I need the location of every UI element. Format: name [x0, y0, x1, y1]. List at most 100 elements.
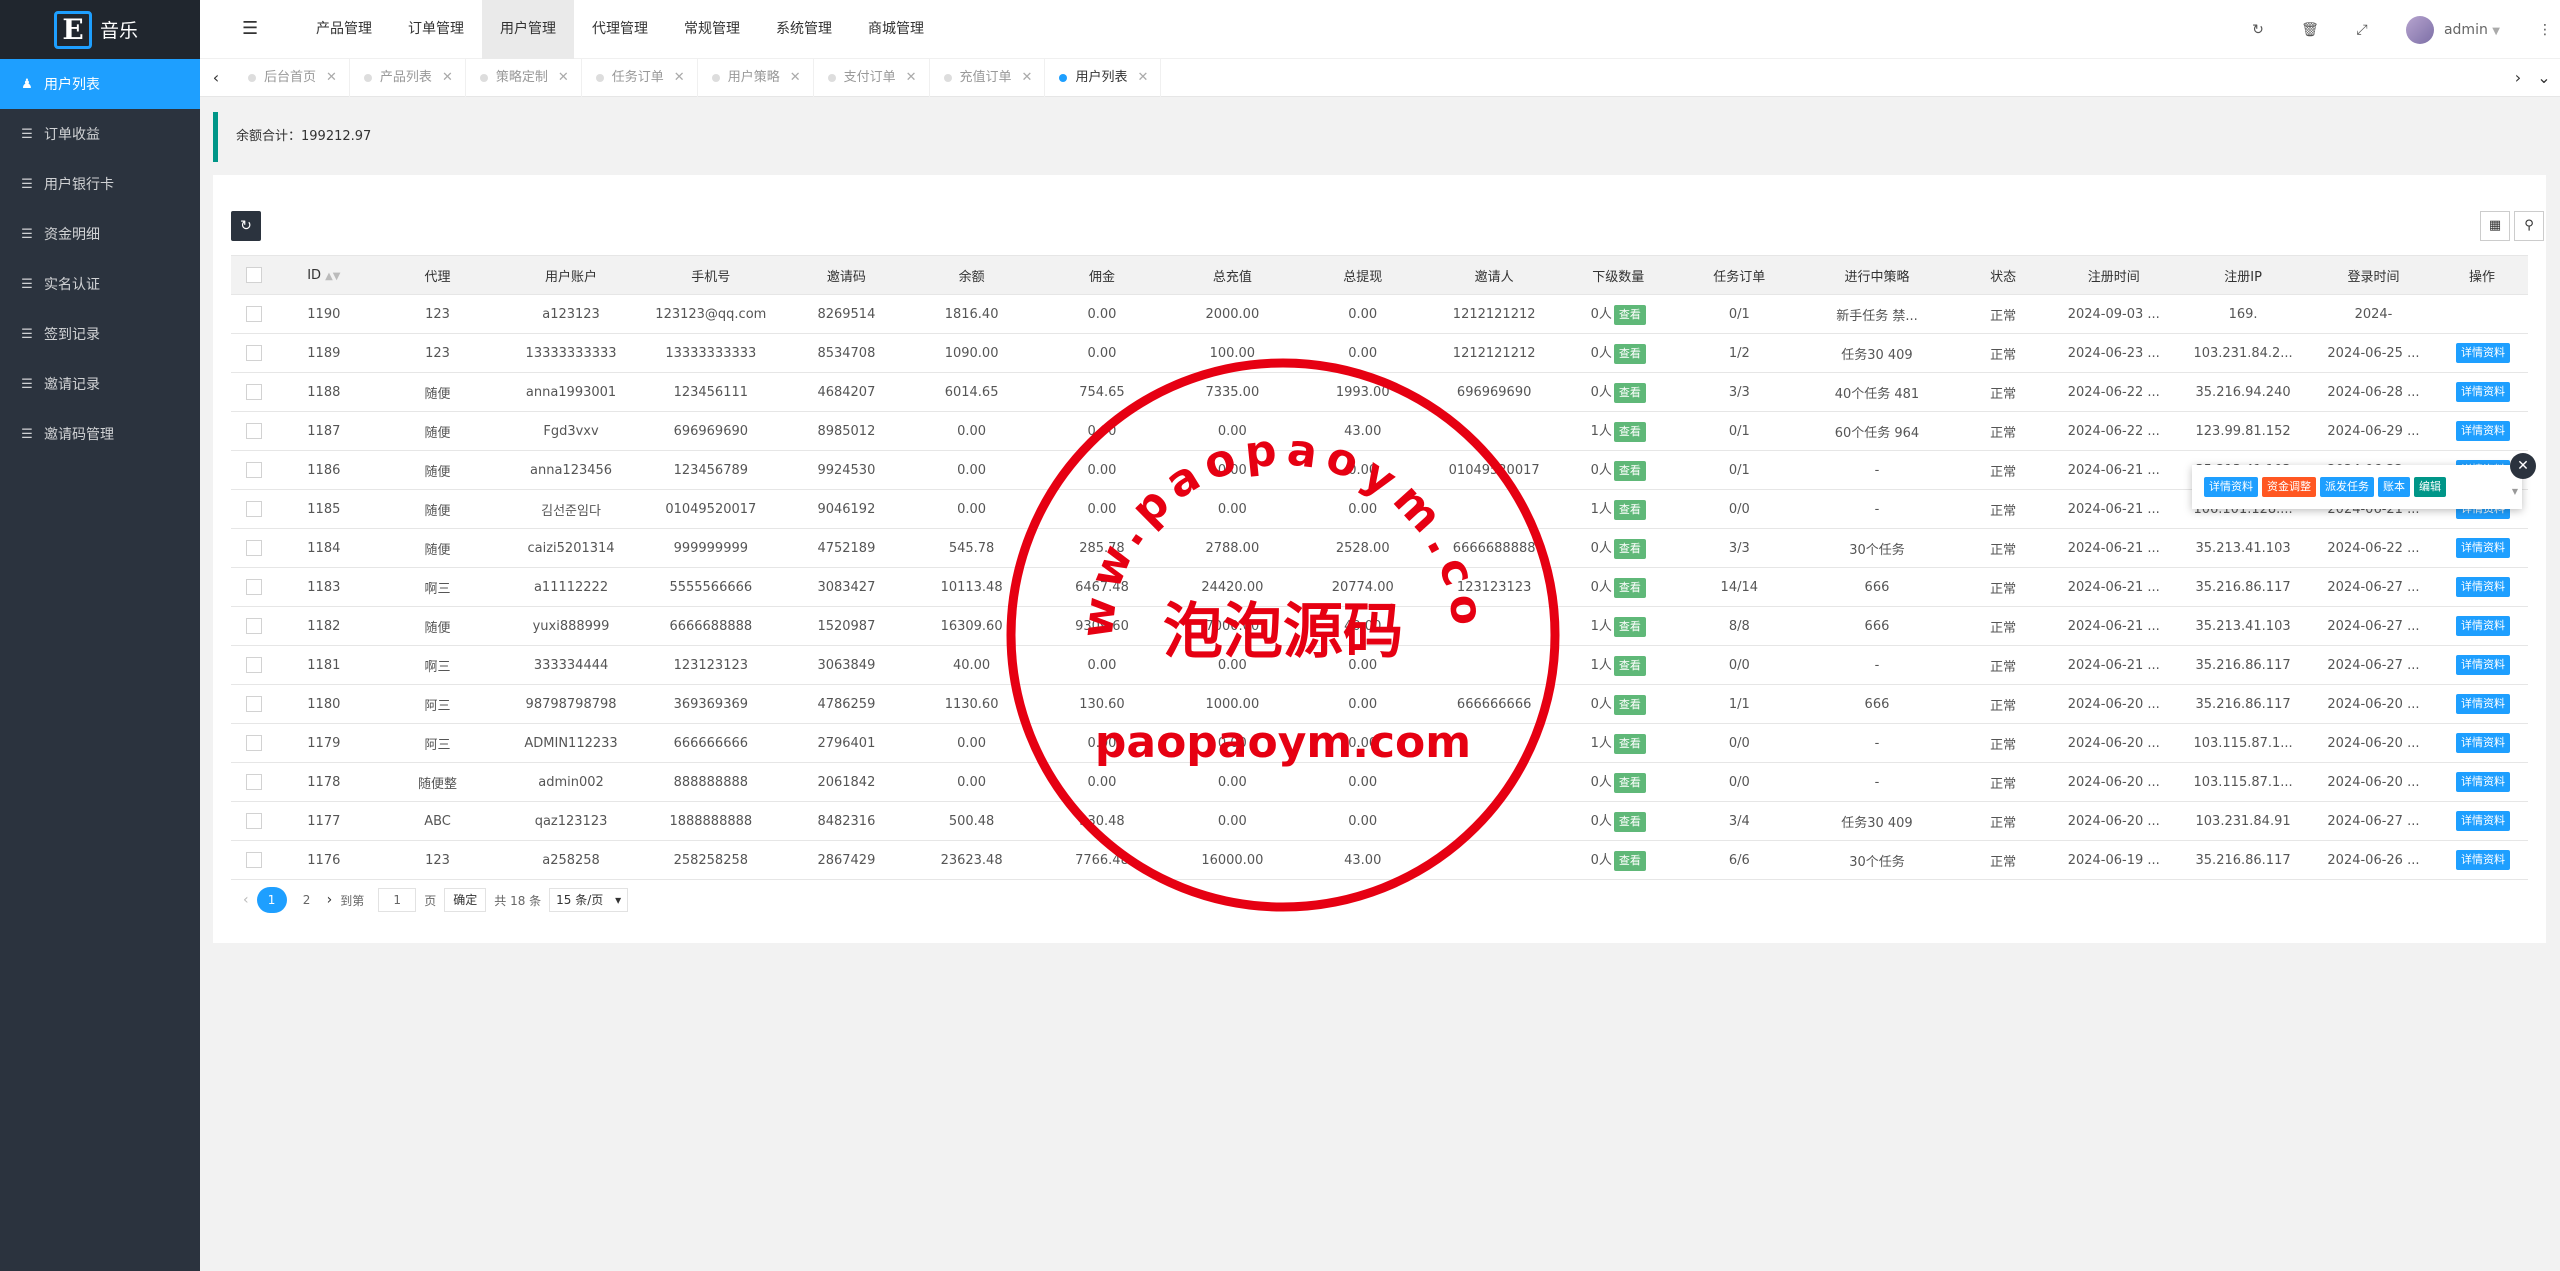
top-nav-item-1[interactable]: 订单管理 — [390, 0, 482, 59]
page-input[interactable]: 1 — [378, 888, 417, 912]
action-button-4[interactable]: 编辑 — [2414, 477, 2446, 497]
view-button[interactable]: 查看 — [1613, 734, 1646, 754]
top-nav-item-0[interactable]: 产品管理 — [298, 0, 390, 59]
row-checkbox[interactable] — [245, 540, 262, 556]
action-button-2[interactable]: 派发任务 — [2320, 477, 2374, 497]
sidebar-item-5[interactable]: ☰ 签到记录 — [0, 309, 200, 359]
view-button[interactable]: 查看 — [1613, 578, 1646, 598]
refresh-icon[interactable]: ↻ — [2232, 22, 2284, 38]
tab-3[interactable]: 任务订单 ✕ — [582, 59, 698, 97]
sidebar-item-7[interactable]: ☰ 邀请码管理 — [0, 409, 200, 459]
page-size-select[interactable]: 15 条/页 ▾ — [549, 888, 629, 912]
row-checkbox[interactable] — [245, 306, 262, 322]
tab-1[interactable]: 产品列表 ✕ — [350, 59, 466, 97]
avatar[interactable] — [2405, 15, 2434, 44]
close-icon[interactable]: ✕ — [674, 59, 685, 97]
detail-button[interactable]: 详情资料 — [2456, 421, 2511, 441]
row-checkbox[interactable] — [245, 423, 262, 439]
top-nav-item-3[interactable]: 代理管理 — [574, 0, 666, 59]
detail-button[interactable]: 详情资料 — [2456, 655, 2511, 675]
close-icon[interactable]: ✕ — [906, 59, 917, 97]
detail-button[interactable]: 详情资料 — [2456, 577, 2511, 597]
detail-button[interactable]: 详情资料 — [2456, 382, 2511, 402]
fullscreen-icon[interactable]: ⤢ — [2336, 22, 2388, 38]
top-nav-item-5[interactable]: 系统管理 — [758, 0, 850, 59]
col-header-0[interactable]: ID ▲▼ — [276, 255, 371, 295]
tab-0[interactable]: 后台首页 ✕ — [234, 59, 350, 97]
more-icon[interactable]: ⋮ — [2530, 22, 2560, 38]
row-checkbox[interactable] — [245, 384, 262, 400]
detail-button[interactable]: 详情资料 — [2456, 616, 2511, 636]
top-nav-item-2[interactable]: 用户管理 — [482, 0, 574, 59]
row-checkbox[interactable] — [245, 813, 262, 829]
scroll-down-icon[interactable]: ▼ — [2512, 487, 2518, 496]
row-checkbox[interactable] — [245, 618, 262, 634]
prev-page-icon[interactable]: ‹ — [243, 892, 249, 908]
next-page-icon[interactable]: › — [327, 892, 333, 908]
page-2[interactable]: 2 — [295, 893, 319, 907]
detail-button[interactable]: 详情资料 — [2456, 694, 2511, 714]
search-icon[interactable]: ⚲ — [2514, 211, 2544, 241]
view-button[interactable]: 查看 — [1613, 500, 1646, 520]
tab-2[interactable]: 策略定制 ✕ — [466, 59, 582, 97]
detail-button[interactable]: 详情资料 — [2456, 850, 2511, 870]
row-checkbox[interactable] — [245, 657, 262, 673]
view-button[interactable]: 查看 — [1613, 695, 1646, 715]
detail-button[interactable]: 详情资料 — [2456, 343, 2511, 363]
close-icon[interactable]: ✕ — [1022, 59, 1033, 97]
detail-button[interactable]: 详情资料 — [2456, 811, 2511, 831]
row-checkbox[interactable] — [245, 696, 262, 712]
page-1[interactable]: 1 — [256, 887, 287, 913]
sidebar-item-2[interactable]: ☰ 用户银行卡 — [0, 159, 200, 209]
sidebar-item-1[interactable]: ☰ 订单收益 — [0, 109, 200, 159]
view-button[interactable]: 查看 — [1613, 539, 1646, 559]
sidebar-item-6[interactable]: ☰ 邀请记录 — [0, 359, 200, 409]
close-icon[interactable]: ✕ — [558, 59, 569, 97]
top-nav-item-4[interactable]: 常规管理 — [666, 0, 758, 59]
close-icon[interactable]: ✕ — [442, 59, 453, 97]
sidebar-item-0[interactable]: ♟ 用户列表 — [0, 59, 200, 109]
close-icon[interactable]: ✕ — [1137, 59, 1148, 97]
close-icon[interactable]: ✕ — [790, 59, 801, 97]
chevron-down-icon[interactable]: ⌄ — [2532, 59, 2556, 97]
trash-icon[interactable]: 🗑 — [2284, 22, 2336, 38]
menu-toggle-icon[interactable]: ☰ — [242, 18, 258, 39]
sidebar-item-3[interactable]: ☰ 资金明细 — [0, 209, 200, 259]
row-checkbox[interactable] — [245, 579, 262, 595]
sidebar-item-4[interactable]: ☰ 实名认证 — [0, 259, 200, 309]
chevron-right-icon[interactable]: › — [2506, 59, 2530, 97]
table-refresh-button[interactable]: ↻ — [231, 211, 261, 241]
chevron-left-icon[interactable]: ‹ — [204, 59, 228, 97]
columns-icon[interactable]: ▦ — [2480, 211, 2510, 241]
row-checkbox[interactable] — [245, 852, 262, 868]
detail-button[interactable]: 详情资料 — [2456, 538, 2511, 558]
action-button-1[interactable]: 资金调整 — [2262, 477, 2316, 497]
tab-7[interactable]: 用户列表 ✕ — [1045, 59, 1162, 97]
view-button[interactable]: 查看 — [1613, 461, 1646, 481]
close-icon[interactable]: ✕ — [2510, 453, 2536, 479]
row-checkbox[interactable] — [245, 501, 262, 517]
close-icon[interactable]: ✕ — [326, 59, 337, 97]
row-checkbox[interactable] — [245, 462, 262, 478]
goto-ok-button[interactable]: 确定 — [444, 888, 487, 912]
action-button-3[interactable]: 账本 — [2378, 477, 2410, 497]
view-button[interactable]: 查看 — [1613, 305, 1646, 325]
view-button[interactable]: 查看 — [1613, 812, 1646, 832]
top-nav-item-6[interactable]: 商城管理 — [850, 0, 942, 59]
row-checkbox[interactable] — [245, 345, 262, 361]
view-button[interactable]: 查看 — [1613, 656, 1646, 676]
view-button[interactable]: 查看 — [1613, 344, 1646, 364]
view-button[interactable]: 查看 — [1613, 773, 1646, 793]
detail-button[interactable]: 详情资料 — [2456, 772, 2511, 792]
detail-button[interactable]: 详情资料 — [2456, 733, 2511, 753]
view-button[interactable]: 查看 — [1613, 422, 1646, 442]
view-button[interactable]: 查看 — [1613, 617, 1646, 637]
row-checkbox[interactable] — [245, 735, 262, 751]
action-button-0[interactable]: 详情资料 — [2204, 477, 2258, 497]
tab-4[interactable]: 用户策略 ✕ — [698, 59, 814, 97]
row-checkbox[interactable] — [245, 774, 262, 790]
select-all-checkbox[interactable] — [245, 267, 262, 283]
tab-6[interactable]: 充值订单 ✕ — [930, 59, 1046, 97]
view-button[interactable]: 查看 — [1613, 383, 1646, 403]
view-button[interactable]: 查看 — [1613, 851, 1646, 871]
